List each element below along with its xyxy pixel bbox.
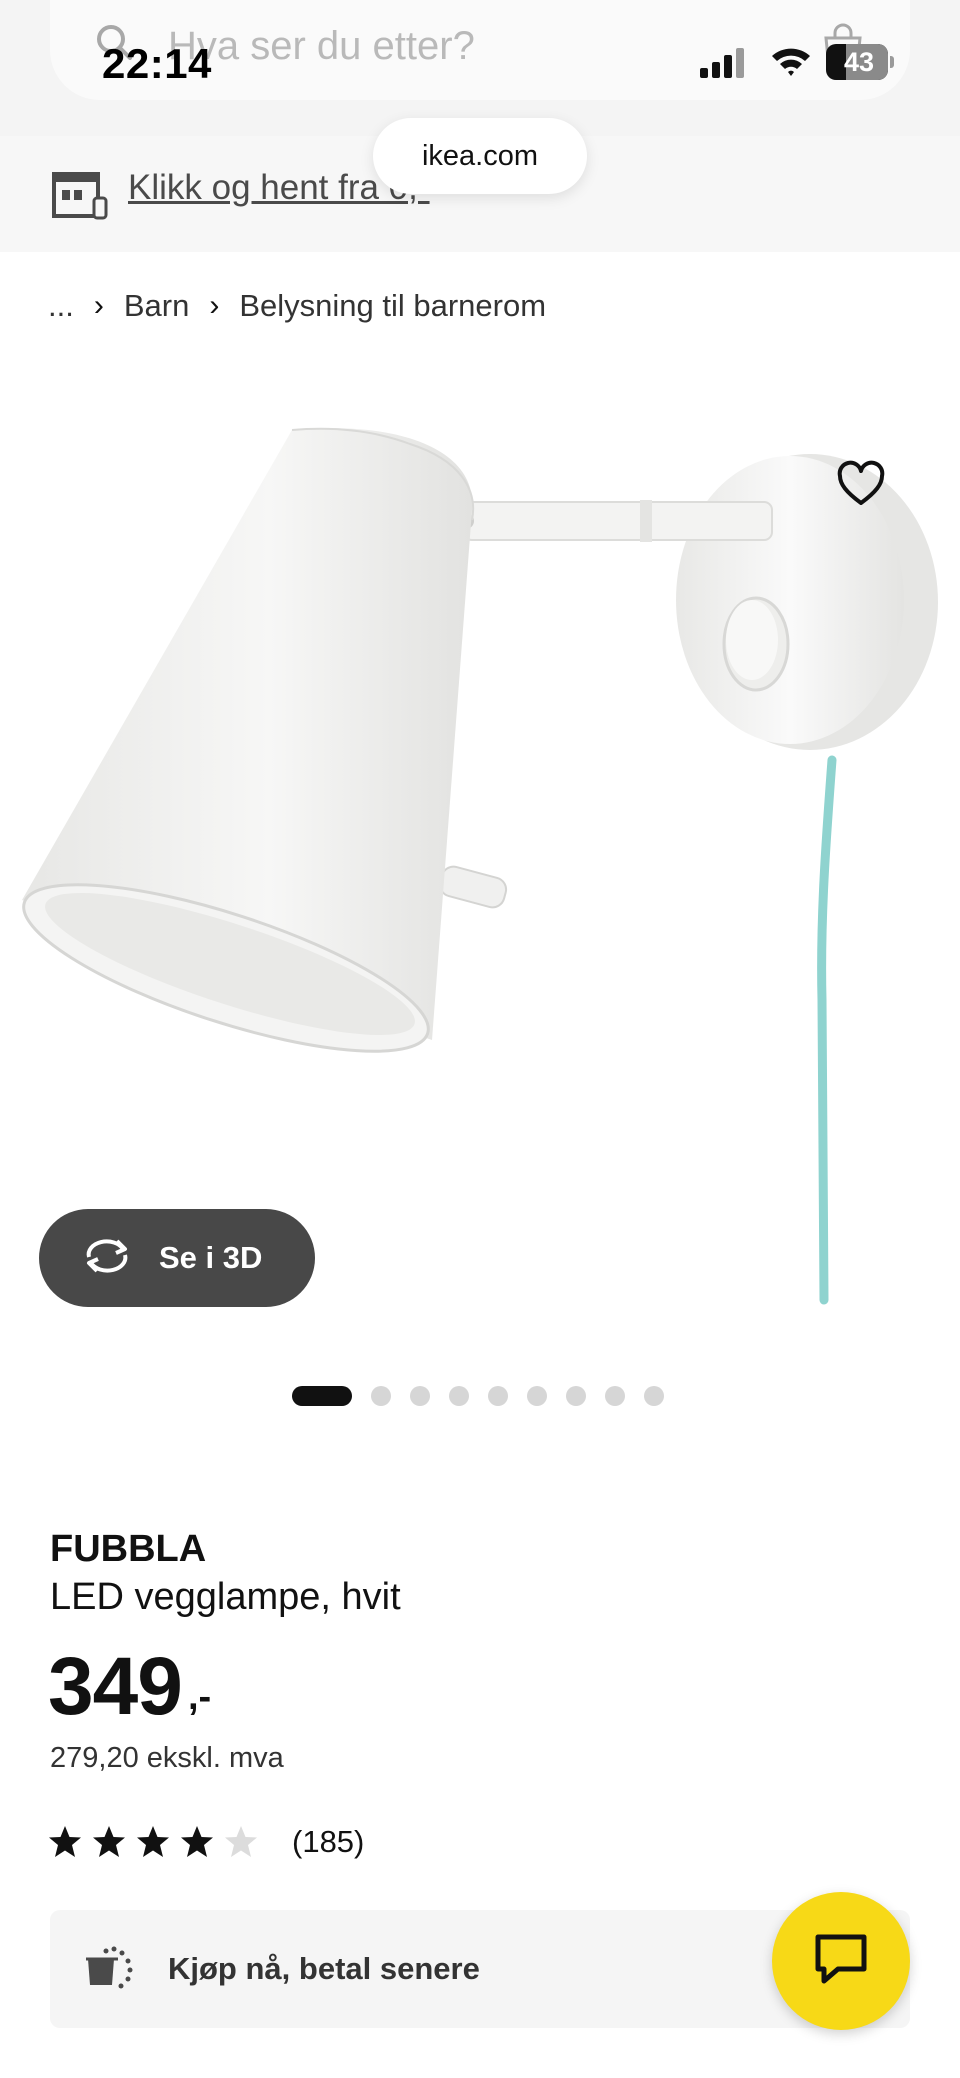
- gallery-dot[interactable]: [527, 1386, 547, 1406]
- search-input[interactable]: Hva ser du etter?: [168, 24, 475, 69]
- battery-level: 43: [843, 47, 875, 77]
- star-empty-icon: [225, 1826, 257, 1857]
- battery-indicator: 43: [826, 44, 894, 80]
- chat-button[interactable]: [772, 1892, 910, 2030]
- gallery-dot[interactable]: [371, 1386, 391, 1406]
- star-filled-icon: [93, 1826, 125, 1857]
- star-filled-icon: [137, 1826, 169, 1857]
- heart-icon[interactable]: [836, 460, 886, 510]
- product-image[interactable]: [0, 380, 960, 1330]
- gallery-dot[interactable]: [449, 1386, 469, 1406]
- status-time: 22:14: [102, 40, 212, 87]
- gallery-dot[interactable]: [292, 1386, 352, 1406]
- gallery-dot[interactable]: [644, 1386, 664, 1406]
- product-description: LED vegglampe, hvit: [50, 1576, 401, 1618]
- chevron-right-icon: ›: [209, 289, 220, 322]
- gallery-dot[interactable]: [566, 1386, 586, 1406]
- payment-bag-icon: [84, 1945, 134, 1994]
- product-rating[interactable]: (185): [48, 1822, 364, 1862]
- star-filled-icon: [49, 1826, 81, 1857]
- store-icon: [50, 168, 108, 220]
- view-3d-button[interactable]: Se i 3D: [39, 1209, 315, 1307]
- star-filled-icon: [181, 1826, 213, 1857]
- price-suffix: ,-: [188, 1676, 212, 1718]
- chevron-right-icon: ›: [93, 289, 104, 322]
- breadcrumb-barn[interactable]: Barn: [124, 288, 189, 324]
- product-price: 349: [48, 1641, 183, 1732]
- url-pill[interactable]: ikea.com: [373, 118, 587, 194]
- breadcrumb: ... › Barn › Belysning til barnerom: [48, 284, 546, 328]
- buy-now-pay-later-label: Kjøp nå, betal senere: [168, 1951, 480, 1986]
- gallery-dot[interactable]: [605, 1386, 625, 1406]
- review-count: (185): [292, 1824, 365, 1859]
- gallery-dot[interactable]: [488, 1386, 508, 1406]
- wifi-icon: [770, 44, 812, 83]
- breadcrumb-ellipsis[interactable]: ...: [48, 288, 74, 324]
- cellular-signal-icon: [700, 48, 748, 83]
- rating-stars: [48, 1825, 268, 1859]
- product-name: FUBBLA: [50, 1528, 207, 1570]
- chat-icon: [814, 1933, 868, 1990]
- price-ex-vat: 279,20 ekskl. mva: [50, 1742, 284, 1774]
- breadcrumb-belysning[interactable]: Belysning til barnerom: [239, 288, 546, 324]
- view-3d-label: Se i 3D: [159, 1240, 263, 1275]
- rotate-3d-icon: [81, 1237, 133, 1280]
- gallery-dot[interactable]: [410, 1386, 430, 1406]
- gallery-pagination: [292, 1386, 683, 1406]
